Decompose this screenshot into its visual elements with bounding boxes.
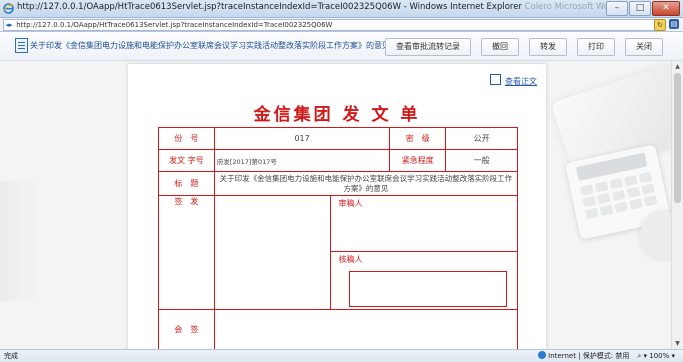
- form-title: 金信集团 发 文 单: [253, 105, 421, 125]
- security-level-label: 密 级: [389, 127, 447, 150]
- page-nav-icon[interactable]: ◂▸: [4, 20, 14, 30]
- copy-number-label: 份 号: [158, 127, 215, 150]
- copy-number-value: 017: [213, 127, 391, 150]
- security-zone: Internet | 保护模式: 禁用: [538, 350, 629, 362]
- scroll-up-icon[interactable]: ▲: [673, 62, 682, 71]
- internet-explorer-icon: [3, 3, 14, 14]
- close-window-button[interactable]: ✕: [652, 1, 680, 16]
- globe-icon: [538, 351, 547, 359]
- content-area: 查看正文 金信集团 发 文 单 份 号 017 密 级 公开 发文 字号 府发[…: [0, 61, 672, 349]
- address-bar: ◂▸ http://127.0.0.1/OAapp/HtTrace0613Ser…: [0, 18, 683, 32]
- subject-value: 关于印发《金信集团电力设施和电能保护办公室联席会议学习实践活动整改落实阶段工作方…: [213, 171, 519, 196]
- close-button[interactable]: 关闭: [625, 38, 663, 56]
- document-title: 关于印发《金信集团电力设施和电能保护办公室联席会议学习实践活动整改落实阶段工作方…: [30, 41, 390, 50]
- security-level-value: 公开: [445, 127, 518, 150]
- status-text: 完成: [4, 352, 18, 360]
- subject-label: 标 题: [158, 171, 215, 196]
- zoom-level[interactable]: ⌕ ▾ 100% ▾: [637, 350, 675, 362]
- page-menu-icon[interactable]: ▤: [669, 19, 679, 29]
- window-title-ghost: Colero Microsoft Word: [524, 2, 618, 12]
- window-title-bar: http://127.0.0.1/OAapp/HtTrace0613Servle…: [0, 0, 683, 18]
- reviewer-label: 审稿人: [338, 199, 363, 208]
- window-title: http://127.0.0.1/OAapp/HtTrace0613Servle…: [17, 2, 618, 12]
- window-controls: – □ ✕: [606, 1, 680, 16]
- dispatch-form-table: 份 号 017 密 级 公开 发文 字号 府发[2017]第017号 紧急程度 …: [158, 127, 519, 349]
- signoff-label: 签 发: [158, 195, 215, 310]
- print-button[interactable]: 打印: [577, 38, 615, 56]
- view-approval-history-button[interactable]: 查看审批流转记录: [385, 38, 471, 56]
- minimize-button[interactable]: –: [606, 1, 628, 16]
- signoff-field[interactable]: [213, 195, 331, 310]
- reviewer-cell: 审稿人: [329, 195, 519, 252]
- vertical-scrollbar[interactable]: ▲ ▼: [671, 61, 683, 349]
- document-toolbar: 关于印发《金信集团电力设施和电能保护办公室联席会议学习实践活动整改落实阶段工作方…: [0, 32, 683, 61]
- withdraw-button[interactable]: 撤回: [481, 38, 519, 56]
- checker-cell: 核稿人: [329, 251, 519, 310]
- document-paper: 查看正文 金信集团 发 文 单 份 号 017 密 级 公开 发文 字号 府发[…: [128, 64, 546, 349]
- url-text: http://127.0.0.1/OAapp/HtTrace0613Servle…: [16, 21, 333, 29]
- checker-input-box[interactable]: [348, 271, 507, 307]
- document-number-value: 府发[2017]第017号: [213, 149, 391, 172]
- refresh-icon[interactable]: ↻: [654, 19, 666, 31]
- document-view-icon: [490, 74, 501, 85]
- status-bar: 完成 Internet | 保护模式: 禁用 ⌕ ▾ 100% ▾: [0, 349, 683, 362]
- document-number-label: 发文 字号: [158, 149, 215, 172]
- maximize-button[interactable]: □: [629, 1, 651, 16]
- countersign-field[interactable]: [213, 309, 519, 349]
- countersign-label: 会 签: [158, 309, 215, 349]
- zoom-icon: ⌕ ▾: [637, 352, 650, 360]
- url-field[interactable]: ◂▸ http://127.0.0.1/OAapp/HtTrace0613Ser…: [3, 19, 660, 31]
- urgency-value: 一般: [445, 149, 518, 172]
- scrollbar-thumb[interactable]: [674, 73, 681, 203]
- checker-label: 核稿人: [338, 255, 363, 264]
- forward-button[interactable]: 转发: [529, 38, 567, 56]
- view-document-link[interactable]: 查看正文: [490, 74, 537, 87]
- document-icon: [15, 38, 28, 53]
- urgency-label: 紧急程度: [389, 149, 447, 172]
- background-decoration: [0, 181, 40, 301]
- scroll-down-icon[interactable]: ▼: [673, 339, 682, 348]
